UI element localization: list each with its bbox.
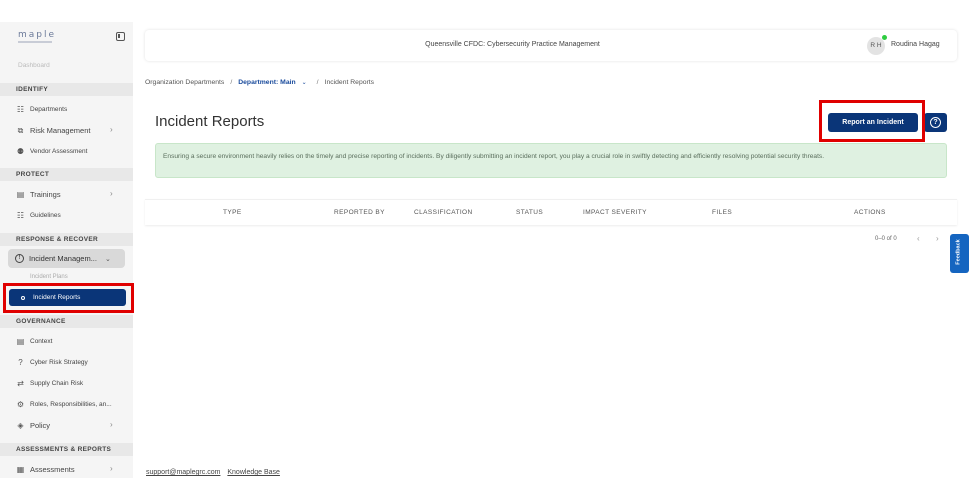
sidebar-item-assessments[interactable]: ▦ Assessments	[16, 463, 75, 475]
document-icon: ▤	[16, 336, 25, 346]
chevron-right-icon[interactable]: ›	[110, 189, 113, 198]
chevron-right-icon[interactable]: ›	[936, 234, 939, 243]
feedback-label: Feedback	[955, 239, 962, 265]
chevron-left-icon[interactable]: ‹	[917, 234, 920, 243]
column-header-files[interactable]: FILES	[712, 209, 732, 216]
chevron-right-icon[interactable]: ›	[110, 464, 113, 473]
chevron-down-icon[interactable]: ⌄	[302, 79, 307, 86]
app-title: Queensville CFDC: Cybersecurity Practice…	[425, 41, 600, 48]
section-identify: IDENTIFY	[0, 83, 133, 96]
sidebar-item-incident-plans[interactable]: Incident Plans	[30, 274, 68, 280]
vendor-icon: ⚉	[16, 146, 25, 156]
sidebar-item-trainings[interactable]: ▤ Trainings	[16, 188, 61, 200]
column-header-impact-severity[interactable]: IMPACT SEVERITY	[583, 209, 647, 216]
sidebar-item-incident-management[interactable]: ! Incident Managem... ⌄	[8, 249, 125, 268]
assessment-icon: ▦	[16, 464, 25, 474]
breadcrumb-current: Incident Reports	[324, 79, 375, 86]
sidebar-item-label: Roles, Responsibilities, an...	[30, 400, 112, 408]
sidebar-item-dashboard[interactable]: Dashboard	[18, 62, 50, 69]
table-header: TYPE REPORTED BY CLASSIFICATION STATUS I…	[145, 199, 957, 225]
highlight-box-report-button	[819, 100, 925, 142]
info-banner: Ensuring a secure environment heavily re…	[155, 143, 947, 178]
sidebar-item-supply-chain-risk[interactable]: ⇄ Supply Chain Risk	[16, 377, 83, 389]
sidebar-item-label: Cyber Risk Strategy	[30, 358, 88, 366]
sidebar-item-label: Departments	[30, 105, 68, 113]
sidebar-item-policy[interactable]: ◈ Policy	[16, 419, 50, 431]
breadcrumb: Organization Departments / Department: M…	[145, 79, 374, 86]
breadcrumb-separator: /	[230, 79, 233, 86]
column-header-actions[interactable]: ACTIONS	[854, 209, 886, 216]
sidebar-item-label: Trainings	[30, 189, 61, 199]
top-bar: Queensville CFDC: Cybersecurity Practice…	[145, 30, 957, 61]
sidebar-item-vendor-assessment[interactable]: ⚉ Vendor Assessment	[16, 145, 88, 157]
breadcrumb-org[interactable]: Organization Departments	[145, 79, 224, 86]
sidebar-item-label: Risk Management	[30, 125, 91, 135]
scan-icon: ⧉	[17, 125, 24, 135]
section-governance: GOVERNANCE	[0, 315, 133, 328]
maple-logo[interactable]: maple	[18, 30, 56, 40]
section-protect: PROTECT	[0, 168, 133, 181]
column-header-classification[interactable]: CLASSIFICATION	[414, 209, 473, 216]
breadcrumb-separator: /	[316, 79, 319, 86]
section-response-recover: RESPONSE & RECOVER	[0, 233, 133, 246]
sidebar-item-label: Supply Chain Risk	[30, 379, 84, 387]
highlight-box-incident-reports	[3, 283, 134, 313]
sidebar-item-label: Vendor Assessment	[30, 147, 88, 155]
knowledge-base-link[interactable]: Knowledge Base	[227, 469, 280, 476]
sidebar-item-context[interactable]: ▤ Context	[16, 335, 53, 347]
breadcrumb-department[interactable]: Department: Main	[238, 79, 295, 86]
sidebar-item-cyber-risk-strategy[interactable]: ? Cyber Risk Strategy	[16, 356, 88, 368]
guidelines-icon: ☷	[16, 210, 25, 220]
question-icon: ?	[18, 357, 23, 367]
training-icon: ▤	[16, 189, 25, 199]
shield-icon: ◈	[17, 420, 24, 430]
help-button[interactable]: ?	[924, 113, 947, 132]
sidebar-item-risk-management[interactable]: ⧉ Risk Management	[16, 124, 91, 136]
sidebar-item-label: Context	[30, 337, 53, 345]
pagination-count: 0–0 of 0	[875, 236, 897, 242]
sidebar-item-label: Assessments	[30, 464, 75, 474]
sidebar-item-roles[interactable]: ⚙ Roles, Responsibilities, an...	[16, 398, 112, 410]
page-title: Incident Reports	[155, 113, 265, 130]
chevron-right-icon[interactable]: ›	[110, 125, 113, 134]
chevron-right-icon[interactable]: ›	[110, 420, 113, 429]
sidebar-item-label: Policy	[30, 420, 51, 430]
logo-tagline	[18, 41, 52, 43]
column-header-status[interactable]: STATUS	[516, 209, 543, 216]
online-status-icon	[882, 35, 887, 40]
supply-chain-icon: ⇄	[17, 378, 24, 388]
column-header-reported-by[interactable]: REPORTED BY	[334, 209, 385, 216]
collapse-sidebar-icon[interactable]	[116, 32, 125, 41]
logo-row: maple	[0, 22, 133, 54]
column-header-type[interactable]: TYPE	[223, 209, 242, 216]
sidebar-item-label: Guidelines	[30, 211, 61, 219]
section-assessments-reports: ASSESSMENTS & REPORTS	[0, 443, 133, 456]
user-name[interactable]: Roudina Hagag	[891, 41, 940, 48]
sidebar-item-label: Incident Managem...	[29, 254, 97, 263]
roles-icon: ⚙	[16, 399, 25, 409]
sidebar-item-guidelines[interactable]: ☷ Guidelines	[16, 209, 61, 221]
footer: support@maplegrc.com Knowledge Base	[146, 469, 285, 476]
chevron-down-icon: ⌄	[104, 255, 111, 263]
hierarchy-icon: ☷	[16, 104, 25, 114]
question-icon: ?	[930, 117, 941, 128]
feedback-tab[interactable]: Feedback	[950, 234, 969, 273]
support-email-link[interactable]: support@maplegrc.com	[146, 469, 220, 476]
sidebar-item-departments[interactable]: ☷ Departments	[16, 103, 67, 115]
alert-icon: !	[15, 254, 24, 263]
